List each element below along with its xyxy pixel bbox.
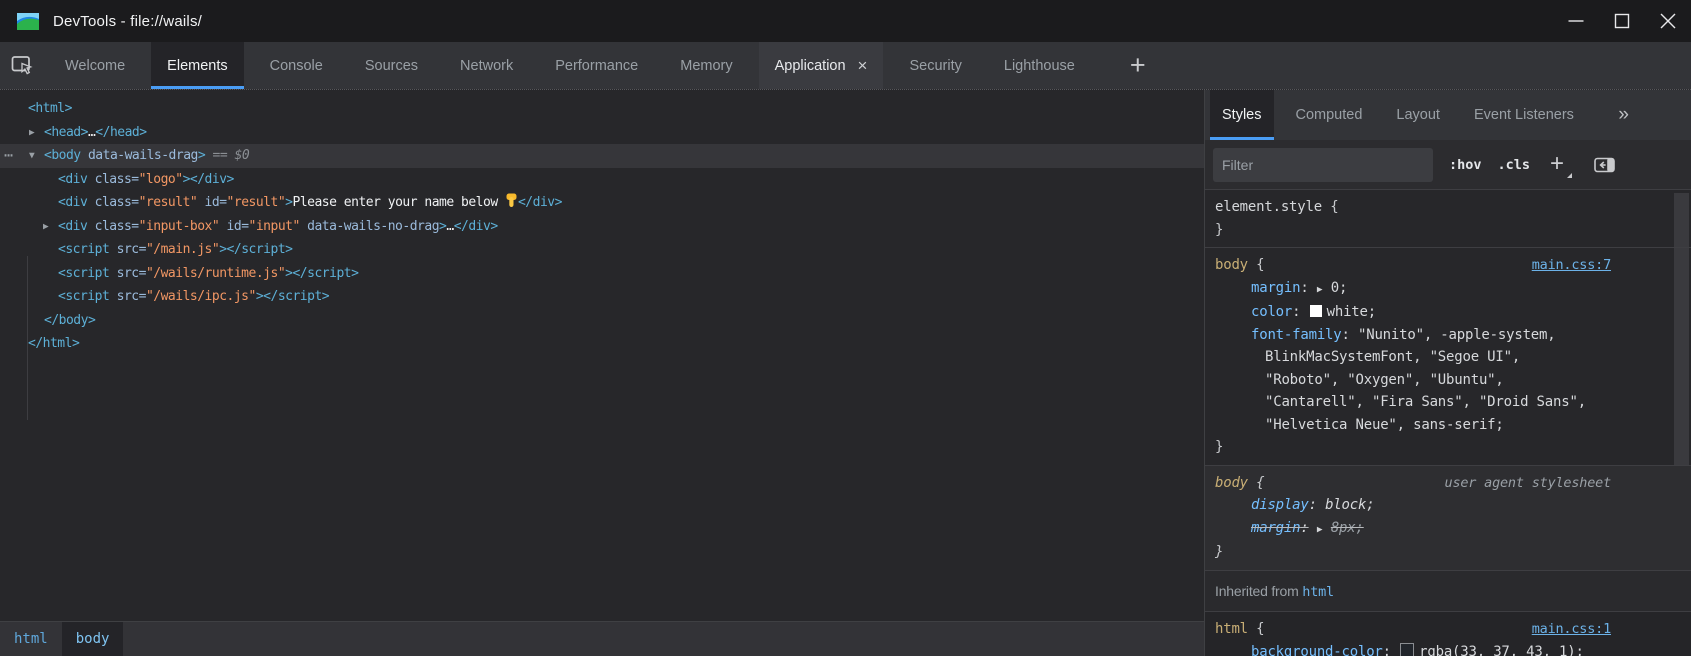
sidebar-tab-computed[interactable]: Computed [1284,90,1375,140]
devtools-window: DevTools - file://wails/ Welcome Elements… [0,0,1691,656]
minimize-icon[interactable] [1553,0,1599,42]
tab-welcome[interactable]: Welcome [49,42,141,89]
inspect-element-icon[interactable] [0,42,44,89]
expand-arrow-icon[interactable]: ▶ [43,215,49,239]
breadcrumb-body[interactable]: body [62,622,124,656]
css-row[interactable]: margin: ▶ 0; [1215,277,1681,302]
tab-label: Network [460,58,513,74]
dom-tree-row[interactable]: </html> [0,332,1204,356]
tab-memory[interactable]: Memory [664,42,748,89]
css-row[interactable]: display: block; [1215,494,1681,517]
css-row[interactable]: color: white; [1215,301,1681,324]
inherited-link[interactable]: html [1302,584,1334,600]
css-row[interactable]: BlinkMacSystemFont, "Segoe UI", [1215,346,1681,369]
stylesheet-link[interactable]: main.css:7 [1532,254,1611,277]
css-row[interactable]: font-family: "Nunito", -apple-system, [1215,324,1681,347]
tab-close-icon[interactable]: × [858,57,868,74]
tab-label: Memory [680,58,732,74]
dom-tree-row[interactable]: <script src="/wails/runtime.js"></script… [0,262,1204,286]
dom-tree-row[interactable]: <div class="result" id="result">Please e… [0,191,1204,215]
toggle-element-classes-button[interactable]: .cls [1498,157,1531,173]
maximize-icon[interactable] [1599,0,1645,42]
panel-tab-strip: Welcome Elements Console Sources Network Perf… [44,42,1096,89]
sidebar-tab-event-listeners[interactable]: Event Listeners [1462,90,1586,140]
dom-tree-row[interactable]: <html> [0,97,1204,121]
tab-label: Sources [365,58,418,74]
styles-filter-input[interactable] [1213,148,1433,182]
dom-tree-row[interactable]: ⋯▼<body data-wails-drag> == $0 [0,144,1204,168]
elements-panel: <html>▶<head>…</head>⋯▼<body data-wails-… [0,90,1204,656]
css-row[interactable]: body {main.css:7 [1215,254,1681,277]
css-row[interactable]: background-color: rgba(33, 37, 43, 1); [1215,641,1681,656]
stylesheet-link[interactable]: main.css:1 [1532,618,1611,641]
sidebar-tab-strip: StylesComputedLayoutEvent Listeners » [1205,90,1691,140]
expand-arrow-icon[interactable]: ▶ [29,121,35,145]
sidebar-tab-layout[interactable]: Layout [1384,90,1452,140]
overflow-tabs-icon[interactable]: » [1618,90,1629,140]
dom-tree-row[interactable]: <div class="logo"></div> [0,168,1204,192]
new-style-rule-button[interactable]: + [1546,152,1570,178]
pointing-down-emoji [505,195,518,210]
tab-application[interactable]: Application × [759,42,884,89]
header-text: Inherited from [1215,583,1302,599]
add-tab-button[interactable]: + [1122,42,1154,89]
css-row[interactable]: body {user agent stylesheet [1215,472,1681,495]
toggle-pseudo-state-button[interactable]: :hov [1449,157,1482,173]
tab-label: Console [270,58,323,74]
body-user-agent-rule: body {user agent stylesheetdisplay: bloc… [1205,466,1691,571]
sidebar-toggle-icon[interactable] [1594,157,1615,173]
tab-security[interactable]: Security [893,42,977,89]
breadcrumb-html[interactable]: html [0,622,62,656]
html-main-css-rule: html {main.css:1background-color: rgba(3… [1205,612,1691,656]
css-row[interactable]: } [1215,541,1681,564]
tab-label: Application [775,58,846,74]
css-row[interactable]: "Helvetica Neue", sans-serif; [1215,414,1681,437]
tab-elements[interactable]: Elements [151,42,243,89]
dom-tree-row[interactable]: ▶<div class="input-box" id="input" data-… [0,215,1204,239]
node-menu-icon[interactable]: ⋯ [4,144,13,168]
tab-label: Lighthouse [1004,58,1075,74]
inherited-from-header: Inherited from html [1205,571,1691,613]
color-swatch[interactable] [1400,643,1414,656]
tab-label: Security [909,58,961,74]
css-row[interactable]: } [1215,436,1681,459]
tab-network[interactable]: Network [444,42,529,89]
styles-toolbar: :hov .cls + [1205,140,1691,190]
css-row[interactable]: "Cantarell", "Fira Sans", "Droid Sans", [1215,391,1681,414]
main-area: <html>▶<head>…</head>⋯▼<body data-wails-… [0,89,1691,656]
collapse-arrow-icon[interactable]: ▼ [29,144,35,168]
element-style-rule: element.style {} [1205,190,1691,248]
sidebar-tab-styles[interactable]: Styles [1210,90,1274,140]
tab-label: Elements [167,58,227,74]
css-row[interactable]: margin: ▶ 8px; [1215,517,1681,542]
tab-lighthouse[interactable]: Lighthouse [988,42,1091,89]
breadcrumb: htmlbody [0,621,1204,656]
dom-tree-row[interactable]: <script src="/main.js"></script> [0,238,1204,262]
css-row[interactable]: "Roboto", "Oxygen", "Ubuntu", [1215,369,1681,392]
css-row[interactable]: element.style { [1215,196,1681,219]
tab-console[interactable]: Console [254,42,339,89]
styles-pane: element.style {}body {main.css:7margin: … [1205,190,1691,656]
body-main-css-rule: body {main.css:7margin: ▶ 0;color: white… [1205,248,1691,466]
title-bar[interactable]: DevTools - file://wails/ [0,0,1691,42]
tab-label: Welcome [65,58,125,74]
close-icon[interactable] [1645,0,1691,42]
devtools-toolbar: Welcome Elements Console Sources Network Perf… [0,42,1691,89]
styles-sidebar: StylesComputedLayoutEvent Listeners » :ho… [1205,90,1691,656]
tab-label: Performance [555,58,638,74]
tab-sources[interactable]: Sources [349,42,434,89]
dom-tree-row[interactable]: ▶<head>…</head> [0,121,1204,145]
dom-tree-row[interactable]: <script src="/wails/ipc.js"></script> [0,285,1204,309]
css-row[interactable]: html {main.css:1 [1215,618,1681,641]
color-swatch[interactable] [1310,305,1322,317]
user-agent-note: user agent stylesheet [1445,472,1611,495]
css-row[interactable]: } [1215,219,1681,242]
tab-performance[interactable]: Performance [539,42,654,89]
window-title: DevTools - file://wails/ [53,13,202,30]
dom-tree: <html>▶<head>…</head>⋯▼<body data-wails-… [0,90,1204,622]
dom-tree-row[interactable]: </body> [0,309,1204,333]
devtools-logo-icon [17,13,39,30]
